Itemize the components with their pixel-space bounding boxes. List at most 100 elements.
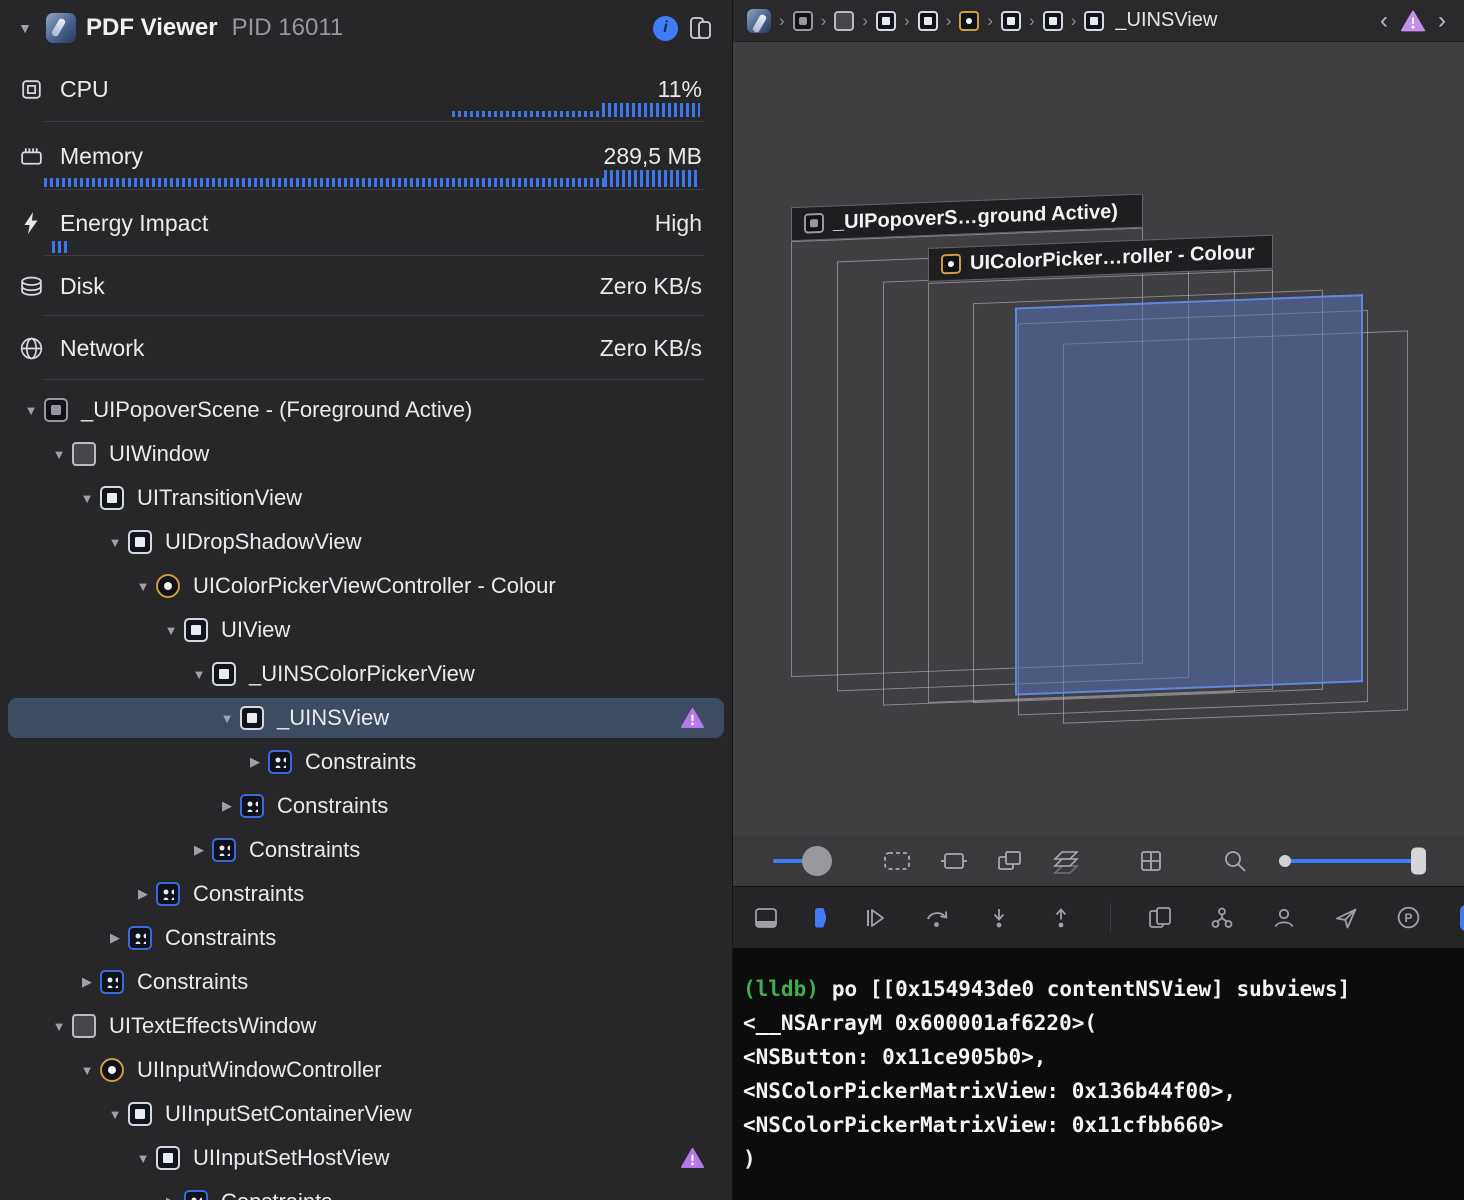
- tree-row-constraints[interactable]: ▶ Constraints: [0, 1180, 732, 1200]
- jump-bar: › › › › › › › › _UINSView ‹ ›: [733, 0, 1464, 42]
- show-clipped-content-icon[interactable]: [882, 848, 912, 874]
- runtime-warning-icon[interactable]: [681, 1148, 704, 1169]
- tree-row-uiinputsetcontainerview[interactable]: ▼ UIInputSetContainerView: [0, 1092, 732, 1136]
- tree-row-colorpicker-controller[interactable]: ▼ UIColorPickerViewController - Colour: [0, 564, 732, 608]
- tree-item-label: _UINSView: [277, 705, 389, 731]
- tree-row-constraints[interactable]: ▶ Constraints: [0, 828, 732, 872]
- forward-chevron-icon[interactable]: ›: [1432, 9, 1452, 33]
- runtime-warning-icon[interactable]: [681, 708, 704, 729]
- chevron-down-icon[interactable]: ▼: [130, 579, 156, 594]
- scene-icon: [804, 213, 824, 234]
- tree-row-constraints[interactable]: ▶ Constraints: [0, 784, 732, 828]
- stacked-planes-icon[interactable]: [1052, 848, 1080, 874]
- breakpoints-toggle-icon[interactable]: [815, 908, 826, 928]
- devices-icon[interactable]: [688, 15, 714, 41]
- spacing-slider-knob[interactable]: [1411, 848, 1426, 875]
- hide-debug-area-icon[interactable]: [753, 905, 779, 931]
- tree-row-uitransitionview[interactable]: ▼ UITransitionView: [0, 476, 732, 520]
- chevron-down-icon[interactable]: ▼: [18, 403, 44, 418]
- window-icon[interactable]: [834, 11, 854, 31]
- gauge-memory[interactable]: Memory 289,5 MB: [0, 122, 732, 190]
- gauge-disk[interactable]: Disk Zero KB/s: [0, 256, 732, 316]
- chevron-right-icon[interactable]: ▶: [158, 1194, 184, 1200]
- tree-row-uinscolorpickerview[interactable]: ▼ _UINSColorPickerView: [0, 652, 732, 696]
- back-chevron-icon[interactable]: ‹: [1374, 9, 1394, 33]
- debug-view-hierarchy-icon[interactable]: [1147, 905, 1173, 931]
- profile-icon[interactable]: P: [1395, 904, 1422, 931]
- tree-row-constraints[interactable]: ▶ Constraints: [0, 960, 732, 1004]
- tree-row-uiview[interactable]: ▼ UIView: [0, 608, 732, 652]
- orientation-slider[interactable]: [773, 846, 832, 876]
- gauge-cpu[interactable]: CPU 11%: [0, 56, 732, 122]
- view-controller-icon[interactable]: [959, 11, 979, 31]
- lldb-prompt: (lldb): [743, 977, 819, 1001]
- view-icon: [212, 662, 236, 686]
- gauge-energy[interactable]: Energy Impact High: [0, 190, 732, 256]
- continue-icon[interactable]: [862, 905, 888, 931]
- chevron-down-icon[interactable]: ▼: [102, 535, 128, 550]
- chevron-down-icon[interactable]: ▼: [46, 447, 72, 462]
- environment-overrides-icon[interactable]: [1271, 905, 1297, 931]
- show-alignment-rects-icon[interactable]: [940, 848, 968, 874]
- chevron-right-icon[interactable]: ▶: [242, 754, 268, 770]
- tree-row-uitexteffectswindow[interactable]: ▼ UITextEffectsWindow: [0, 1004, 732, 1048]
- memory-histogram: [44, 170, 700, 187]
- chevron-down-icon[interactable]: ▼: [130, 1151, 156, 1166]
- tree-row-uiinputwindowcontroller[interactable]: ▼ UIInputWindowController: [0, 1048, 732, 1092]
- chevron-down-icon[interactable]: ▼: [214, 711, 240, 726]
- gauge-network[interactable]: Network Zero KB/s: [0, 316, 732, 380]
- show-constraints-icon[interactable]: [1138, 848, 1164, 874]
- view-icon[interactable]: [876, 11, 896, 31]
- memory-graph-icon[interactable]: [1209, 905, 1235, 931]
- app-icon[interactable]: [747, 9, 771, 33]
- orientation-slider-knob[interactable]: [802, 846, 832, 876]
- scene-icon[interactable]: [793, 11, 813, 31]
- tree-row-constraints[interactable]: ▶ Constraints: [0, 872, 732, 916]
- tree-row-uiwindow[interactable]: ▼ UIWindow: [0, 432, 732, 476]
- chevron-right-icon[interactable]: ▶: [74, 974, 100, 990]
- chevron-right-icon[interactable]: ▶: [102, 930, 128, 946]
- tree-row-uinsview-selected[interactable]: ▼ _UINSView: [0, 696, 732, 740]
- chevron-right-icon[interactable]: ▶: [214, 798, 240, 814]
- debug-pane-toggle-icon[interactable]: [1460, 905, 1464, 931]
- chevron-down-icon[interactable]: ▼: [186, 667, 212, 682]
- zoom-icon[interactable]: [1222, 848, 1248, 874]
- breadcrumb-separator: ›: [1070, 11, 1078, 31]
- gauge-value: Zero KB/s: [600, 273, 702, 300]
- show-layers-icon[interactable]: [996, 848, 1024, 874]
- chevron-down-icon[interactable]: ▼: [46, 1019, 72, 1034]
- scene-icon: [44, 398, 68, 422]
- tree-row-popover-scene[interactable]: ▼ _UIPopoverScene - (Foreground Active): [0, 388, 732, 432]
- chevron-right-icon[interactable]: ▶: [130, 886, 156, 902]
- gauge-value: Zero KB/s: [600, 335, 702, 362]
- tree-row-constraints[interactable]: ▶ Constraints: [0, 740, 732, 784]
- view-hierarchy-canvas[interactable]: _UIPopoverS…ground Active) UIColorPicker…: [733, 42, 1464, 886]
- chevron-down-icon[interactable]: ▼: [74, 1063, 100, 1078]
- tree-item-label: Constraints: [137, 969, 248, 995]
- lldb-console[interactable]: (lldb)po [[0x154943de0 contentNSView] su…: [733, 948, 1464, 1200]
- step-out-icon[interactable]: [1048, 905, 1074, 931]
- jump-bar-warning-icon[interactable]: [1401, 10, 1425, 32]
- chevron-down-icon[interactable]: ▼: [74, 491, 100, 506]
- chevron-down-icon[interactable]: ▼: [14, 20, 36, 36]
- breadcrumb-current[interactable]: _UINSView: [1115, 9, 1217, 32]
- view-icon[interactable]: [1043, 11, 1063, 31]
- view-icon[interactable]: [1084, 11, 1104, 31]
- tree-row-uidropshadowview[interactable]: ▼ UIDropShadowView: [0, 520, 732, 564]
- view-icon[interactable]: [1001, 11, 1021, 31]
- step-over-icon[interactable]: [924, 905, 950, 931]
- selected-view-highlight[interactable]: [1015, 294, 1363, 695]
- view-icon[interactable]: [918, 11, 938, 31]
- simulate-location-icon[interactable]: [1333, 905, 1359, 931]
- chevron-down-icon[interactable]: ▼: [158, 623, 184, 638]
- tree-item-label: UIColorPickerViewController - Colour: [193, 573, 556, 599]
- step-into-icon[interactable]: [986, 905, 1012, 931]
- spacing-slider-min-knob[interactable]: [1279, 855, 1291, 867]
- chevron-down-icon[interactable]: ▼: [102, 1107, 128, 1122]
- chevron-right-icon[interactable]: ▶: [186, 842, 212, 858]
- tree-row-uiinputsethostview[interactable]: ▼ UIInputSetHostView: [0, 1136, 732, 1180]
- process-row[interactable]: ▼ PDF Viewer PID 16011 i: [0, 0, 732, 56]
- spacing-slider[interactable]: [1282, 859, 1422, 863]
- tree-row-constraints[interactable]: ▶ Constraints: [0, 916, 732, 960]
- info-icon[interactable]: i: [653, 16, 678, 41]
